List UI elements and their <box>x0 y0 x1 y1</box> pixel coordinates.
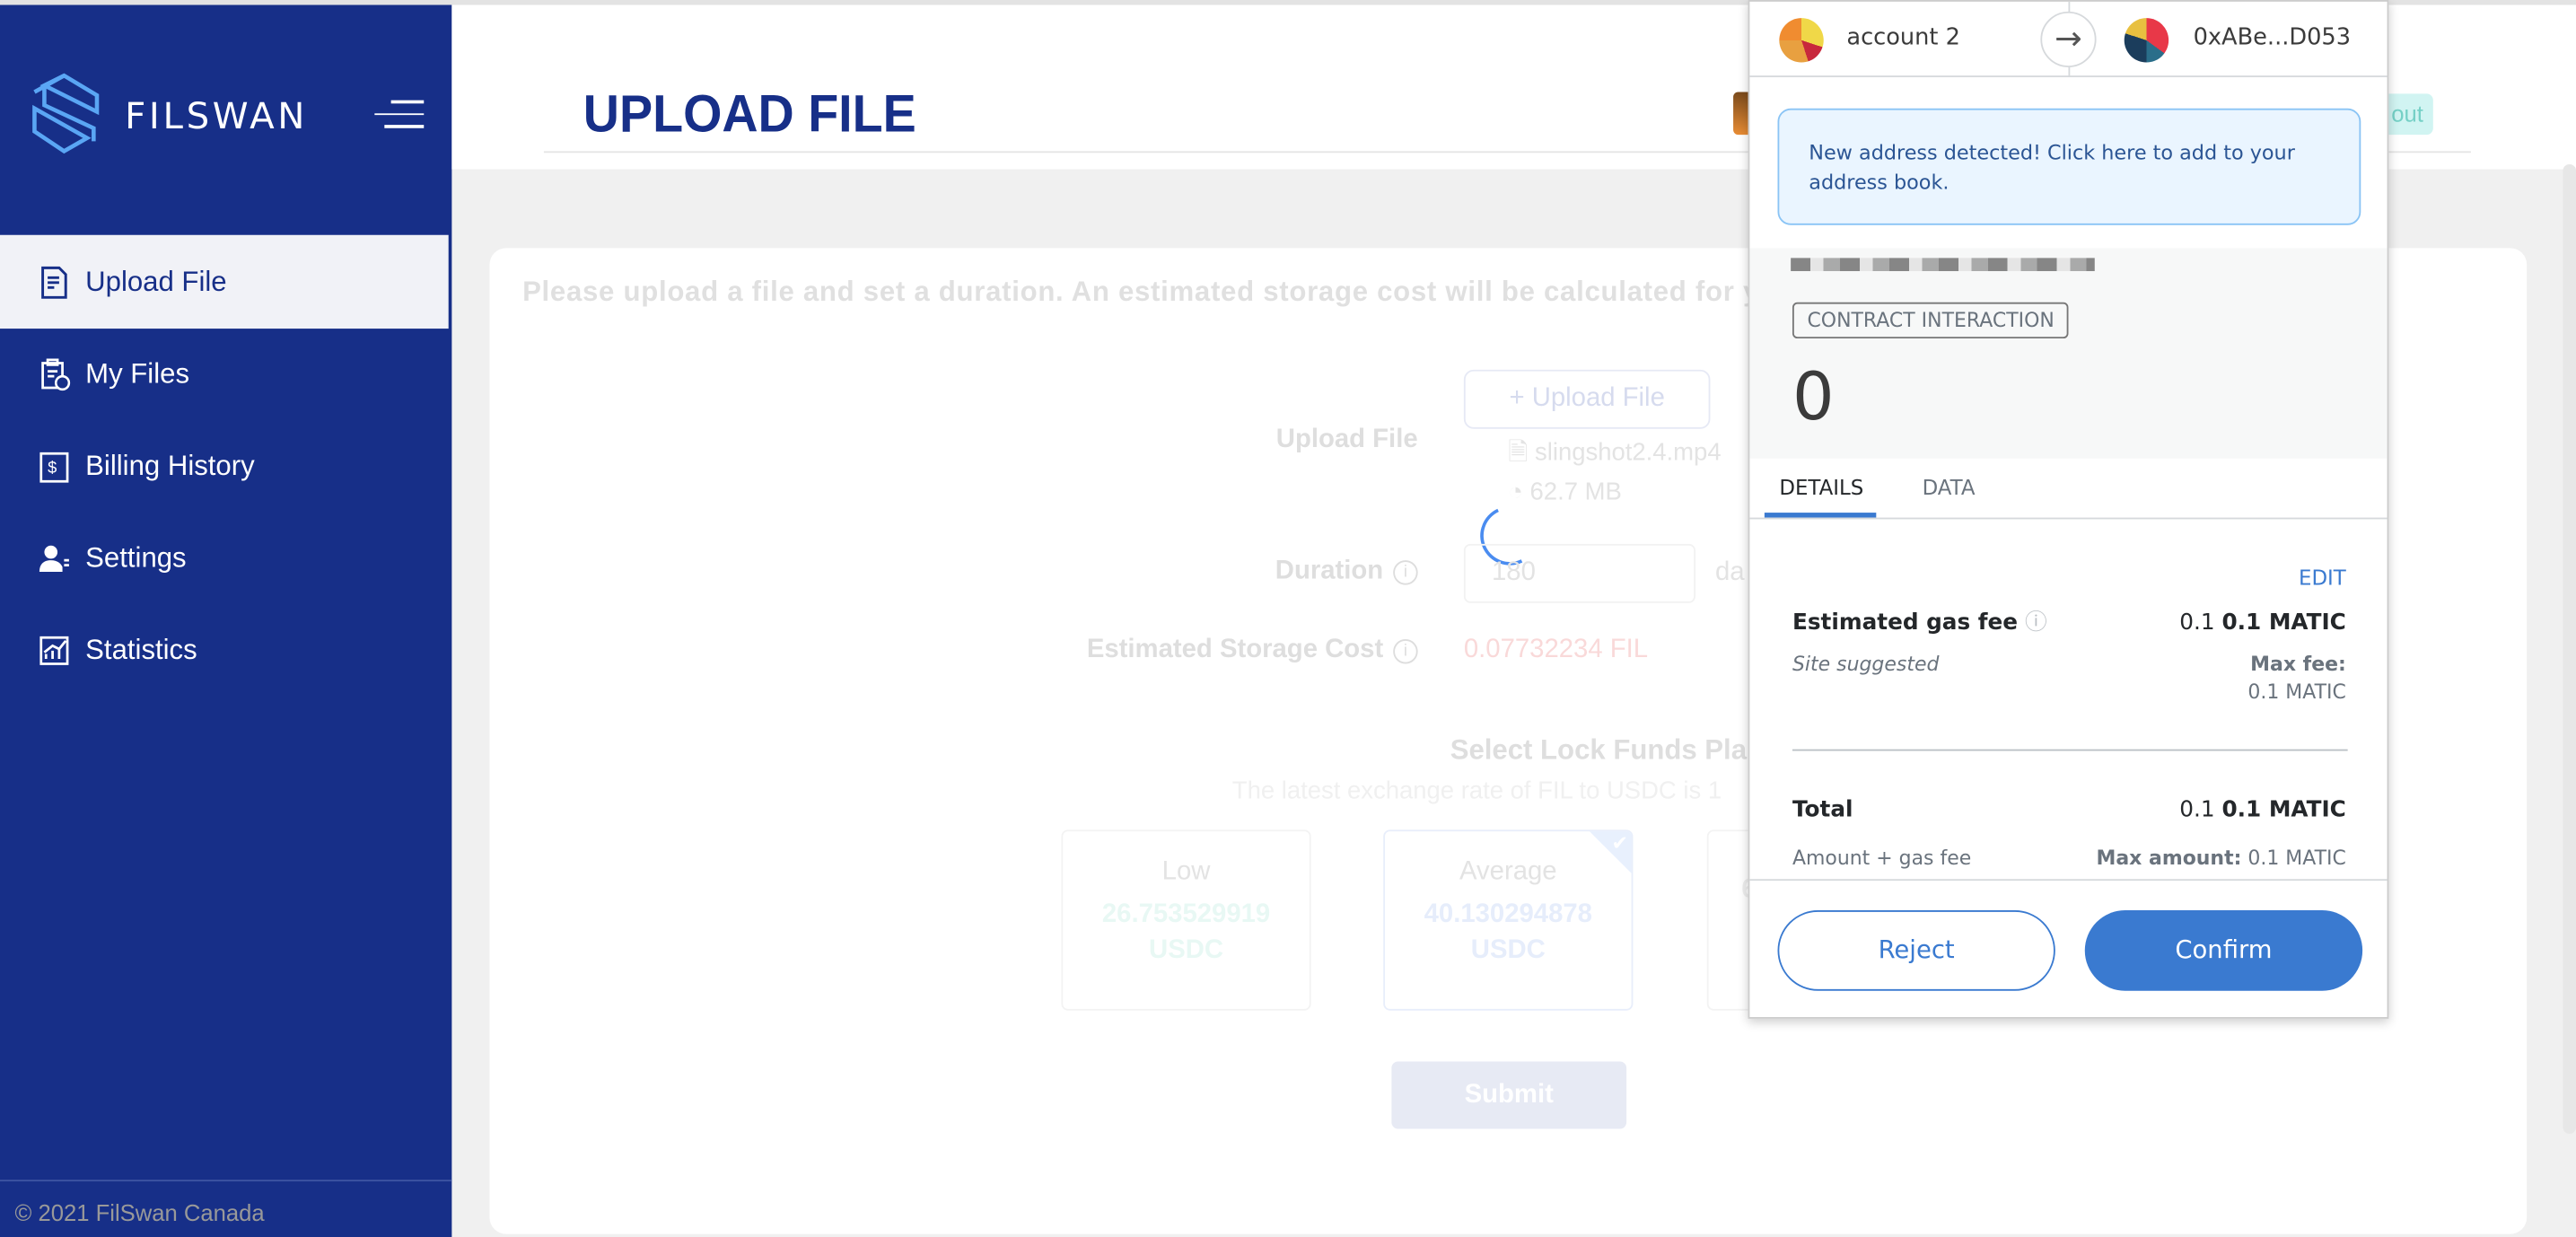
confirm-button[interactable]: Confirm <box>2084 910 2363 991</box>
sidebar-item-statistics[interactable]: Statistics <box>0 603 449 697</box>
max-amount-value: 0.1 MATIC <box>2247 846 2346 870</box>
upload-progress-icon: ◔ <box>1508 478 1530 506</box>
sidebar: FILSWAN Upload File My Files $ Billing H… <box>0 4 452 1237</box>
scrollbar[interactable] <box>2563 164 2576 1134</box>
transaction-amount: 0 <box>1792 359 1835 436</box>
sidebar-item-label: My Files <box>85 357 190 389</box>
screen: FILSWAN Upload File My Files $ Billing H… <box>0 0 2576 1237</box>
total-row: Total 0.1 0.1 MATIC <box>1792 797 2346 823</box>
settings-user-icon <box>39 544 69 572</box>
file-name: 🗎 slingshot2.4.mp4 <box>1508 435 1721 477</box>
file-icon: 🗎 <box>1508 438 1536 467</box>
plan-subtitle: The latest exchange rate of FIL to USDC … <box>1231 776 1722 805</box>
arrow-right-icon: → <box>2040 11 2097 68</box>
total-value: 0.1 0.1 MATIC <box>2179 797 2346 823</box>
file-size: ◔ 62.7 MB <box>1508 478 1621 506</box>
copyright: © 2021 FilSwan Canada <box>14 1199 265 1226</box>
submit-button[interactable]: Submit <box>1391 1061 1627 1129</box>
sidebar-item-settings[interactable]: Settings <box>0 511 449 604</box>
plan-value: 26.753529919 <box>1101 900 1271 929</box>
from-account-avatar <box>1779 18 1824 63</box>
max-fee-label: Max fee: <box>2250 652 2346 676</box>
max-amount-label: Max amount: <box>2096 846 2242 870</box>
site-suggested-row: Site suggested Max fee: <box>1792 653 2346 676</box>
my-files-icon <box>41 357 71 390</box>
info-icon[interactable]: ⓘ <box>2025 610 2047 636</box>
contract-interaction-badge: CONTRACT INTERACTION <box>1792 302 2070 339</box>
plan-value: 40.130294878 <box>1424 900 1592 929</box>
max-fee-row: 0.1 MATIC <box>1792 680 2346 704</box>
cost-label: Estimated Storage Cost i <box>1087 636 1418 665</box>
filswan-logo-icon <box>32 73 100 154</box>
billing-icon: $ <box>39 451 69 482</box>
max-amount: Max amount: 0.1 MATIC <box>2097 847 2346 870</box>
gas-fee-bold: 0.1 MATIC <box>2221 610 2346 636</box>
plan-card-average[interactable]: ✔ Average 40.130294878 USDC <box>1383 829 1634 1011</box>
cost-value: 0.07732234 FIL <box>1463 636 1649 664</box>
reject-button[interactable]: Reject <box>1777 910 2055 991</box>
tab-details[interactable]: DETAILS <box>1779 475 1863 499</box>
gas-fee-value: 0.1 0.1 MATIC <box>2179 610 2346 636</box>
sidebar-item-upload-file[interactable]: Upload File <box>0 234 449 329</box>
label-text: Estimated Storage Cost <box>1086 636 1384 664</box>
new-address-alert[interactable]: New address detected! Click here to add … <box>1777 108 2361 225</box>
upload-file-button[interactable]: + Upload File <box>1463 369 1711 429</box>
max-fee-value: 0.1 MATIC <box>2247 680 2346 704</box>
plan-name: Average <box>1459 857 1557 886</box>
divider <box>1749 879 2388 882</box>
upload-file-label: Upload File <box>1276 425 1418 455</box>
from-account-name[interactable]: account 2 <box>1846 24 1960 50</box>
to-address-avatar <box>2124 18 2169 63</box>
intro-text: Please upload a file and set a duration.… <box>522 276 1760 308</box>
plan-name: Low <box>1161 857 1211 886</box>
sidebar-item-label: Statistics <box>85 633 197 665</box>
site-origin-blurred <box>1791 258 2095 272</box>
upload-file-icon <box>41 265 67 298</box>
total-plain: 0.1 <box>2179 796 2215 824</box>
page-title: UPLOAD FILE <box>583 83 916 144</box>
total-bold: 0.1 MATIC <box>2221 796 2346 824</box>
info-icon[interactable]: i <box>1393 559 1418 584</box>
label-text: Upload File <box>1275 425 1418 454</box>
gas-fee-plain: 0.1 <box>2179 610 2215 636</box>
amount-row: Amount + gas fee Max amount: 0.1 MATIC <box>1792 847 2346 870</box>
file-name-text: slingshot2.4.mp4 <box>1535 438 1722 467</box>
sidebar-item-label: Upload File <box>85 265 227 297</box>
divider <box>1792 749 2348 751</box>
total-label: Total <box>1792 796 1853 824</box>
label-text: Duration <box>1275 557 1384 585</box>
statistics-icon <box>39 635 69 664</box>
file-size-text: 62.7 MB <box>1529 478 1622 506</box>
menu-toggle-icon[interactable] <box>374 100 425 127</box>
divider <box>1749 517 2388 520</box>
svg-text:$: $ <box>48 457 57 476</box>
transaction-summary: CONTRACT INTERACTION 0 <box>1749 248 2388 459</box>
duration-input[interactable]: 180 <box>1463 543 1695 603</box>
tab-data[interactable]: DATA <box>1923 475 1976 499</box>
gas-fee-label-text: Estimated gas fee <box>1792 610 2019 636</box>
duration-unit: da <box>1714 558 1745 587</box>
sidebar-item-label: Settings <box>85 541 187 573</box>
check-icon: ✔ <box>1611 831 1628 855</box>
metamask-confirm-popup: account 2 → 0xABe...D053 New address det… <box>1748 0 2389 1019</box>
gas-fee-row: Estimated gas fee ⓘ 0.1 0.1 MATIC <box>1792 603 2346 636</box>
plan-unit: USDC <box>1470 936 1546 965</box>
info-icon[interactable]: i <box>1393 638 1418 663</box>
plan-card-low[interactable]: Low 26.753529919 USDC <box>1061 829 1311 1011</box>
edit-gas-link[interactable]: EDIT <box>2299 566 2346 590</box>
amount-plus-gas: Amount + gas fee <box>1792 846 1972 870</box>
site-suggested: Site suggested <box>1792 652 1940 676</box>
brand-name: FILSWAN <box>125 96 309 138</box>
sidebar-item-label: Billing History <box>85 449 255 481</box>
gas-fee-label: Estimated gas fee ⓘ <box>1792 603 2047 636</box>
duration-label: Duration i <box>1275 557 1418 587</box>
sidebar-item-my-files[interactable]: My Files <box>0 327 449 420</box>
sidebar-item-billing-history[interactable]: $ Billing History <box>0 419 449 513</box>
plan-title-text: Select Lock Funds Plan <box>1450 734 1765 766</box>
divider <box>0 1180 452 1182</box>
to-address[interactable]: 0xABe...D053 <box>2194 24 2351 50</box>
plan-unit: USDC <box>1149 936 1224 965</box>
